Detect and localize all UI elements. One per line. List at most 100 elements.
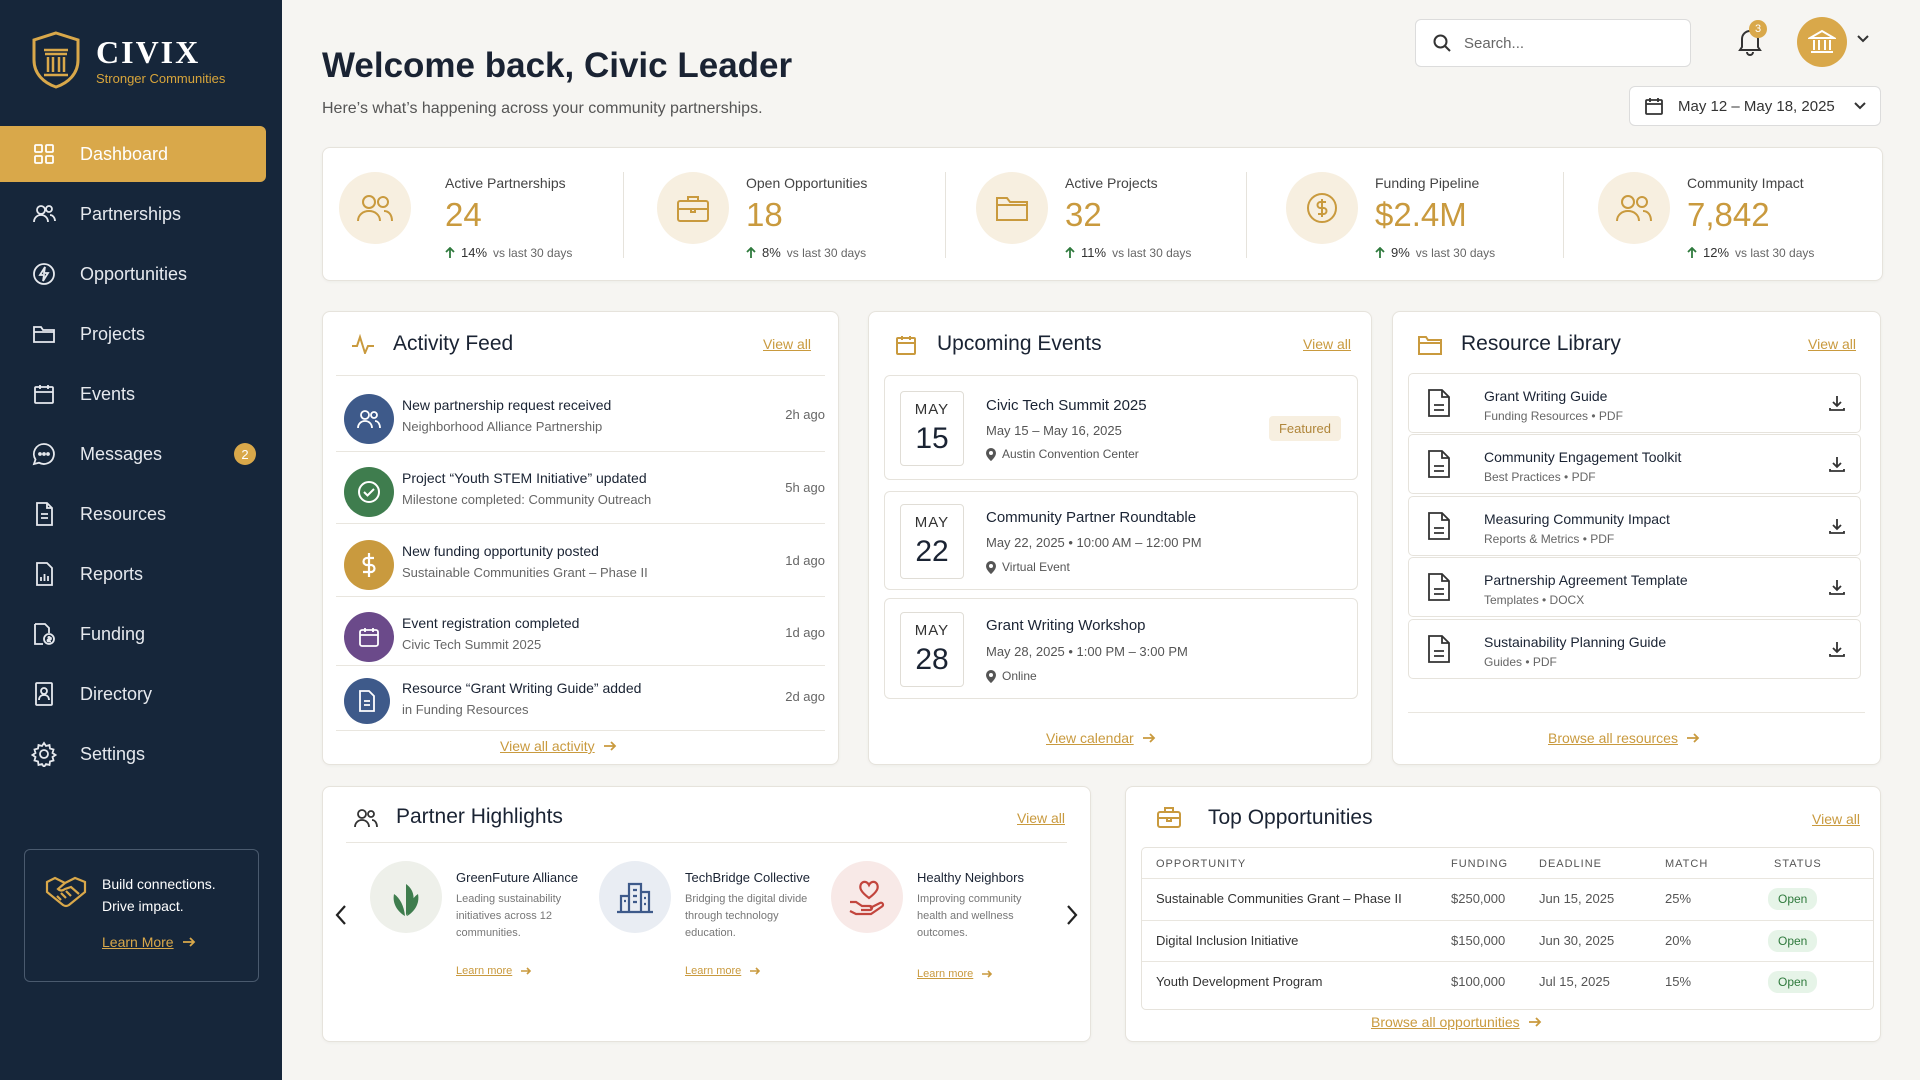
sidebar-item-projects[interactable]: Projects [0,306,266,362]
table-row[interactable]: Sustainable Communities Grant – Phase II… [1142,878,1873,919]
resource-meta: Templates • DOCX [1484,593,1585,607]
event-item[interactable]: MAY 15 Civic Tech Summit 2025 May 15 – M… [884,375,1358,480]
event-date-badge: MAY 28 [900,612,964,687]
learn-more-link[interactable]: Learn More [102,934,196,950]
sidebar-item-messages[interactable]: Messages 2 [0,426,266,482]
folder-icon [1418,335,1442,355]
learn-more-label: Learn More [102,934,174,950]
sidebar-item-label: Resources [80,503,167,524]
stat-open-opportunities[interactable]: Open Opportunities 18 8% vs last 30 days [641,148,941,282]
partner-learn-more-label: Learn more [685,965,742,977]
sidebar-item-reports[interactable]: Reports [0,546,266,602]
sidebar-item-partnerships[interactable]: Partnerships [0,186,266,242]
sidebar-item-opportunities[interactable]: Opportunities [0,246,266,302]
resource-item[interactable]: Partnership Agreement Template Templates… [1408,557,1861,617]
search-input[interactable] [1464,34,1664,52]
resource-title: Community Engagement Toolkit [1484,449,1682,465]
sidebar-nav: Dashboard Partnerships Opportunities Pro… [0,126,282,786]
stat-active-partnerships[interactable]: Active Partnerships 24 14% vs last 30 da… [323,148,623,282]
avatar[interactable] [1797,17,1847,67]
stat-community-impact[interactable]: Community Impact 7,842 12% vs last 30 da… [1582,148,1882,282]
sidebar-item-label: Funding [80,623,146,644]
sidebar-item-dashboard[interactable]: Dashboard [0,126,266,182]
partner-item[interactable]: GreenFuture Alliance Leading sustainabil… [370,861,600,991]
resource-item[interactable]: Grant Writing Guide Funding Resources • … [1408,373,1861,433]
sidebar-item-resources[interactable]: Resources [0,486,266,542]
chevron-left-icon[interactable] [334,904,348,926]
event-day: 28 [915,643,949,676]
event-item[interactable]: MAY 28 Grant Writing Workshop May 28, 20… [884,598,1358,699]
event-location: Austin Convention Center [986,447,1139,461]
partners-view-all-link[interactable]: View all [1017,810,1065,826]
activity-item[interactable]: Project “Youth STEM Initiative” updated … [336,452,829,524]
bolt-icon [30,260,58,288]
resource-item[interactable]: Sustainability Planning Guide Guides • P… [1408,619,1861,679]
people-icon [344,394,394,444]
sidebar-item-events[interactable]: Events [0,366,266,422]
trend-period: vs last 30 days [1415,245,1496,260]
activity-subtitle: Milestone completed: Community Outreach [402,492,652,507]
search-icon [1432,33,1452,53]
event-item[interactable]: MAY 22 Community Partner Roundtable May … [884,491,1358,590]
partner-highlights-title: Partner Highlights [396,805,563,828]
search-box[interactable] [1415,19,1691,67]
directory-icon [30,680,58,708]
sidebar-item-label: Reports [80,563,144,584]
event-location-text: Online [1002,669,1037,683]
sidebar-item-label: Dashboard [80,143,169,164]
column-header: MATCH [1665,858,1709,870]
download-icon[interactable] [1828,455,1846,473]
download-icon[interactable] [1828,640,1846,658]
stat-funding-pipeline[interactable]: Funding Pipeline $2.4M 9% vs last 30 day… [1270,148,1570,282]
map-pin-icon [986,447,996,461]
arrow-up-icon [1065,246,1075,259]
download-icon[interactable] [1828,394,1846,412]
stats-card: Active Partnerships 24 14% vs last 30 da… [322,147,1883,281]
stat-active-projects[interactable]: Active Projects 32 11% vs last 30 days [960,148,1260,282]
resources-view-all-link[interactable]: View all [1808,336,1856,352]
activity-view-all-link[interactable]: View all [763,336,811,352]
browse-all-resources-link[interactable]: Browse all resources [1548,730,1700,746]
sidebar-item-label: Opportunities [80,263,188,284]
calendar-icon [895,334,917,356]
opportunities-view-all-link[interactable]: View all [1812,811,1860,827]
brand[interactable]: CIVIX Stronger Communities [30,30,225,90]
events-view-all-link[interactable]: View all [1303,336,1351,352]
partner-learn-more-link[interactable]: Learn more [456,965,532,977]
arrow-up-icon [746,246,756,259]
sidebar-item-settings[interactable]: Settings [0,726,266,782]
activity-item[interactable]: New partnership request received Neighbo… [336,379,829,451]
sidebar-item-directory[interactable]: Directory [0,666,266,722]
trend-period: vs last 30 days [786,245,867,260]
event-month: MAY [914,622,950,639]
partner-item[interactable]: TechBridge Collective Bridging the digit… [599,861,829,991]
activity-time: 1d ago [785,553,825,568]
document-icon [1427,511,1451,541]
activity-item[interactable]: Resource “Grant Writing Guide” added in … [336,665,829,737]
activity-item[interactable]: New funding opportunity posted Sustainab… [336,525,829,597]
resource-meta: Best Practices • PDF [1484,470,1596,484]
date-range-picker[interactable]: May 12 – May 18, 2025 [1629,86,1881,126]
page-subtitle: Here’s what’s happening across your comm… [322,100,763,117]
activity-item[interactable]: Event registration completed Civic Tech … [336,597,829,669]
sidebar-item-funding[interactable]: Funding [0,606,266,662]
leaf-icon [370,861,442,933]
partner-learn-more-link[interactable]: Learn more [917,968,993,980]
chevron-right-icon[interactable] [1065,904,1079,926]
resource-library-title: Resource Library [1461,332,1621,355]
chevron-down-icon[interactable] [1856,34,1870,44]
view-calendar-link[interactable]: View calendar [1046,730,1156,746]
download-icon[interactable] [1828,517,1846,535]
table-row[interactable]: Digital Inclusion Initiative $150,000 Ju… [1142,920,1873,961]
resource-item[interactable]: Community Engagement Toolkit Best Practi… [1408,434,1861,494]
partner-learn-more-link[interactable]: Learn more [685,965,761,977]
arrow-up-icon [445,246,455,259]
browse-all-opportunities-link[interactable]: Browse all opportunities [1371,1014,1542,1030]
resource-item[interactable]: Measuring Community Impact Reports & Met… [1408,496,1861,556]
download-icon[interactable] [1828,578,1846,596]
browse-all-opportunities-label: Browse all opportunities [1371,1014,1520,1030]
partner-item[interactable]: Healthy Neighbors Improving community he… [831,861,1061,991]
column-header: DEADLINE [1539,858,1603,870]
view-all-activity-link[interactable]: View all activity [500,738,617,754]
table-row[interactable]: Youth Development Program $100,000 Jul 1… [1142,961,1873,1002]
